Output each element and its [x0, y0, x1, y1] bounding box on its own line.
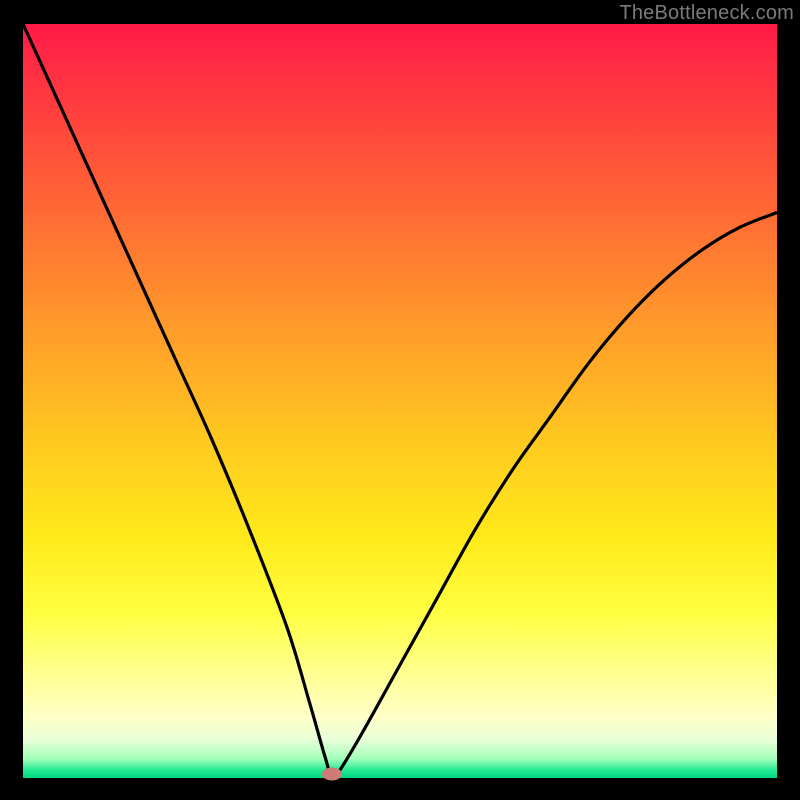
- watermark-text: TheBottleneck.com: [619, 2, 794, 25]
- optimal-point-marker: [322, 768, 342, 781]
- curve-path: [23, 24, 777, 778]
- plot-area: [23, 24, 777, 778]
- chart-frame: TheBottleneck.com: [0, 0, 800, 800]
- bottleneck-curve: [23, 24, 777, 778]
